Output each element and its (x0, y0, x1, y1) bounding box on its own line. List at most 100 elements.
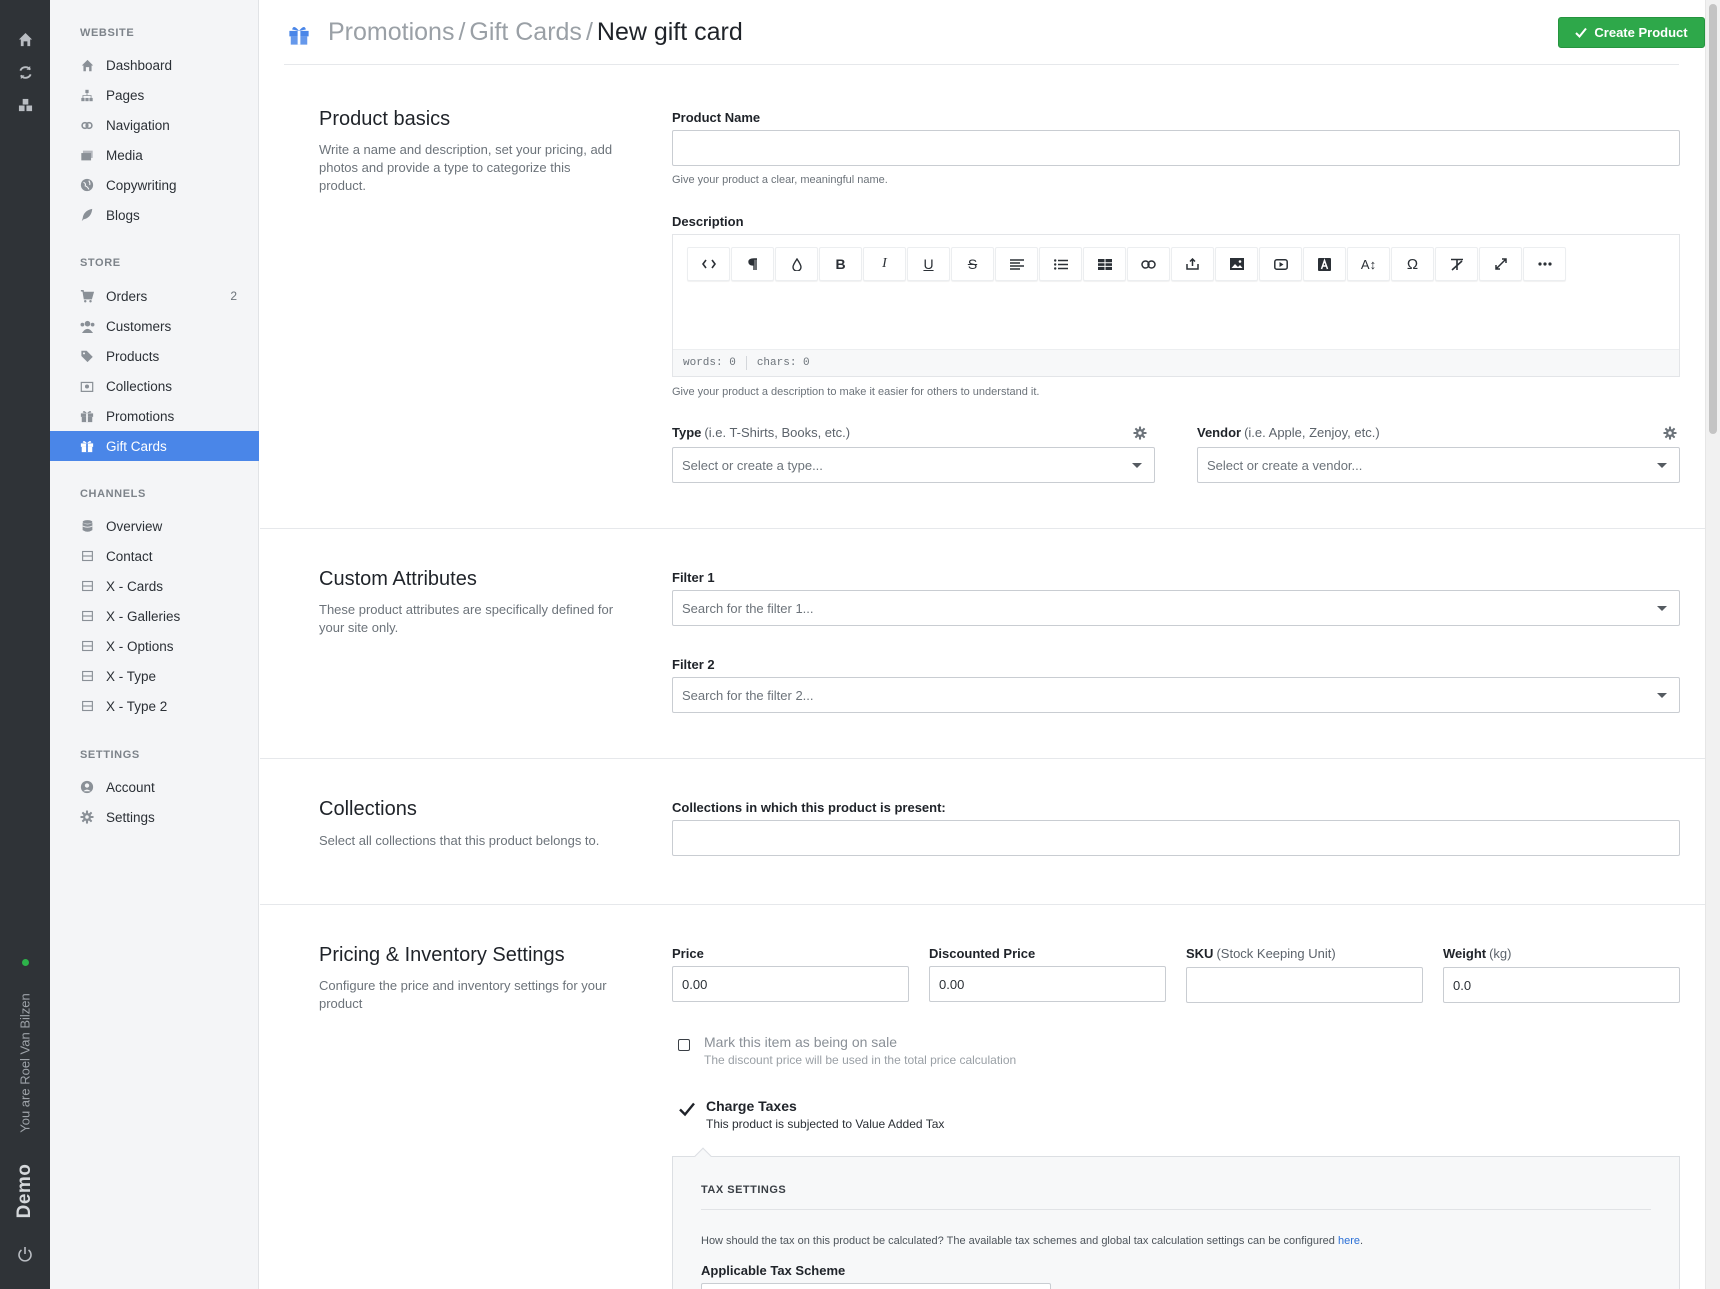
sidebar-item-gift-cards[interactable]: Gift Cards (50, 431, 259, 461)
product-name-input[interactable] (672, 130, 1680, 166)
sidebar-item-promotions[interactable]: Promotions (50, 401, 259, 431)
power-icon[interactable] (15, 1244, 35, 1264)
fullscreen-button[interactable] (1479, 247, 1522, 281)
section-title-custom-attributes: Custom Attributes (319, 568, 477, 590)
price-label: Price (672, 946, 704, 961)
insert-image-button[interactable] (1215, 247, 1258, 281)
breadcrumb-promotions[interactable]: Promotions (328, 18, 454, 46)
breadcrumb-separator: / (585, 18, 593, 46)
vendor-settings-gear-icon[interactable] (1663, 426, 1677, 445)
sidebar-item-customers[interactable]: Customers (50, 311, 259, 341)
unordered-list-button[interactable] (1039, 247, 1082, 281)
underline-button[interactable]: U (907, 247, 950, 281)
sidebar-item-copywriting[interactable]: Copywriting (50, 170, 259, 200)
upload-file-button[interactable] (1171, 247, 1214, 281)
ellipsis-icon (1537, 262, 1552, 266)
tax-scheme-select[interactable] (701, 1283, 1051, 1289)
checkmark-icon[interactable] (678, 1101, 696, 1119)
bold-button[interactable]: B (819, 247, 862, 281)
filter2-select[interactable]: Search for the filter 2... (672, 677, 1680, 713)
more-options-button[interactable] (1523, 247, 1566, 281)
discounted-price-input[interactable] (929, 966, 1166, 1002)
sidebar-item-dashboard[interactable]: Dashboard (50, 50, 259, 80)
scrollbar-thumb[interactable] (1709, 4, 1717, 434)
charge-taxes-checkbox-row[interactable]: Charge Taxes This product is subjected t… (678, 1098, 944, 1131)
strikethrough-button[interactable]: S (951, 247, 994, 281)
sidebar-item-orders[interactable]: Orders 2 (50, 281, 259, 311)
vendor-select[interactable]: Select or create a vendor... (1197, 447, 1680, 483)
clear-formatting-button[interactable] (1435, 247, 1478, 281)
font-icon (1318, 257, 1331, 271)
product-name-help: Give your product a clear, meaningful na… (672, 174, 888, 186)
cubes-icon[interactable] (15, 95, 35, 115)
section-title-basics: Product basics (319, 108, 451, 130)
gift-icon (288, 24, 310, 51)
sidebar-item-overview[interactable]: Overview (50, 511, 259, 541)
font-size-button[interactable]: A↕ (1347, 247, 1390, 281)
sidebar-item-x-type-2[interactable]: X - Type 2 (50, 691, 259, 721)
droplet-icon (791, 257, 802, 271)
sku-input[interactable] (1186, 967, 1423, 1003)
link-icon (78, 116, 96, 134)
on-sale-checkbox-row[interactable]: Mark this item as being on sale The disc… (678, 1034, 1016, 1067)
font-family-button[interactable] (1303, 247, 1346, 281)
on-sale-title: Mark this item as being on sale (704, 1034, 897, 1050)
refresh-icon[interactable] (15, 62, 35, 82)
box-icon (78, 607, 96, 625)
italic-button[interactable]: I (863, 247, 906, 281)
page-title: New gift card (596, 18, 743, 46)
breadcrumb-gift-cards[interactable]: Gift Cards (469, 18, 582, 46)
sidebar-item-contact[interactable]: Contact (50, 541, 259, 571)
sidebar-item-x-cards[interactable]: X - Cards (50, 571, 259, 601)
paragraph-icon (747, 257, 757, 270)
sidebar-item-media[interactable]: Media (50, 140, 259, 170)
expand-icon (1494, 258, 1507, 270)
editor-statusbar: words: 0 chars: 0 (673, 349, 1679, 376)
box-icon (78, 637, 96, 655)
description-editor[interactable]: B I U S A↕ Ω words: 0 chars: 0 (672, 234, 1680, 377)
type-select[interactable]: Select or create a type... (672, 447, 1155, 483)
section-divider (260, 758, 1705, 759)
underline-icon: U (923, 256, 934, 272)
sidebar-item-x-options[interactable]: X - Options (50, 631, 259, 661)
insert-table-button[interactable] (1083, 247, 1126, 281)
page-scrollbar[interactable] (1705, 0, 1720, 1289)
paragraph-format-button[interactable] (731, 247, 774, 281)
charge-taxes-title: Charge Taxes (706, 1098, 797, 1114)
text-color-button[interactable] (775, 247, 818, 281)
weight-input[interactable] (1443, 967, 1680, 1003)
code-view-button[interactable] (687, 247, 730, 281)
on-sale-subtitle: The discount price will be used in the t… (704, 1053, 1017, 1067)
section-divider (260, 528, 1705, 529)
sidebar-item-blogs[interactable]: Blogs (50, 200, 259, 230)
sidebar-item-x-type[interactable]: X - Type (50, 661, 259, 691)
strikethrough-icon: S (967, 256, 978, 272)
sidebar-item-pages[interactable]: Pages (50, 80, 259, 110)
align-button[interactable] (995, 247, 1038, 281)
insert-video-button[interactable] (1259, 247, 1302, 281)
collection-icon (78, 377, 96, 395)
sidebar-item-collections[interactable]: Collections (50, 371, 259, 401)
on-sale-checkbox[interactable] (678, 1039, 690, 1051)
price-input[interactable] (672, 966, 909, 1002)
app-rail: You are Roel Van Bilzen Demo (0, 0, 50, 1289)
section-desc-collections: Select all collections that this product… (319, 833, 600, 848)
main-content: Promotions / Gift Cards / New gift card Crea… (260, 0, 1705, 1289)
online-status-dot (22, 959, 29, 966)
home-icon[interactable] (15, 29, 35, 49)
database-icon (78, 517, 96, 535)
sidebar-section-settings: SETTINGS (80, 749, 140, 761)
sidebar-item-navigation[interactable]: Navigation (50, 110, 259, 140)
statusbar-divider (745, 356, 747, 370)
insert-link-button[interactable] (1127, 247, 1170, 281)
sidebar-item-products[interactable]: Products (50, 341, 259, 371)
sidebar-item-x-galleries[interactable]: X - Galleries (50, 601, 259, 631)
type-settings-gear-icon[interactable] (1133, 426, 1147, 445)
sidebar-item-account[interactable]: Account (50, 772, 259, 802)
sidebar-item-settings[interactable]: Settings (50, 802, 259, 832)
special-characters-button[interactable]: Ω (1391, 247, 1434, 281)
filter1-select[interactable]: Search for the filter 1... (672, 590, 1680, 626)
collections-input[interactable] (672, 820, 1680, 856)
tax-settings-link[interactable]: here (1338, 1235, 1360, 1247)
create-product-button[interactable]: Create Product (1558, 17, 1705, 48)
